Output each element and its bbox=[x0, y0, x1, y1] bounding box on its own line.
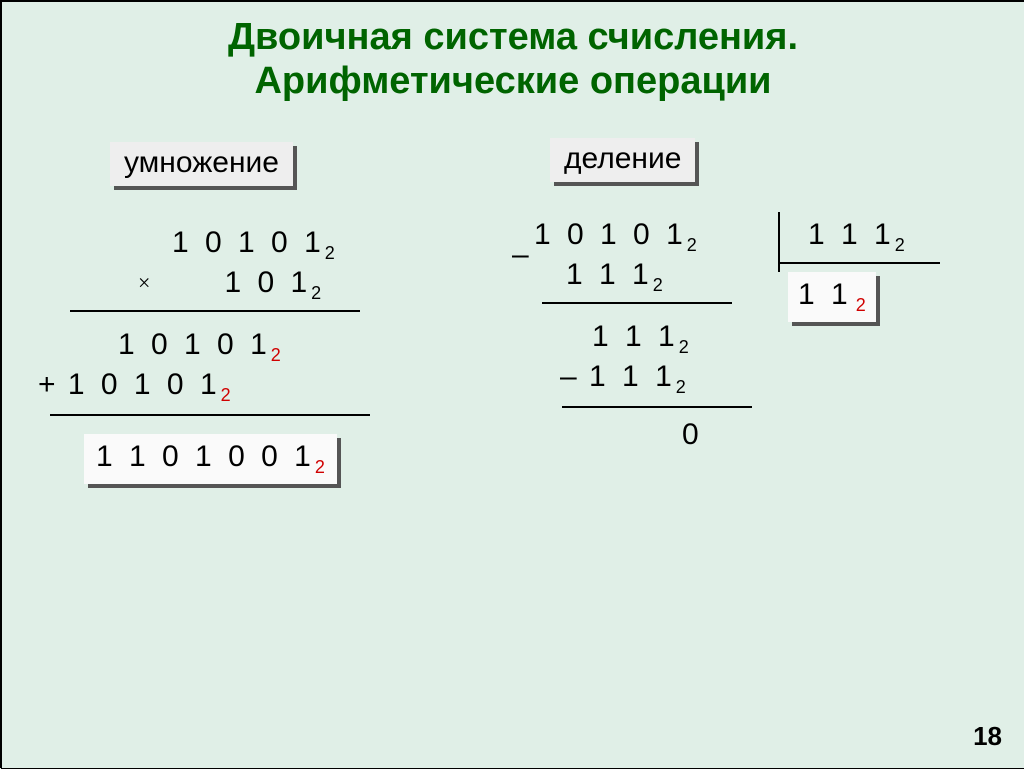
div-rule-divisor bbox=[780, 262, 940, 264]
div-remainder-1: 1 1 12 bbox=[592, 320, 689, 358]
div-minus-1: – bbox=[512, 238, 529, 272]
title-line-2: Арифметические операции bbox=[254, 60, 771, 102]
label-division: деление bbox=[550, 138, 695, 182]
mul-rule-1 bbox=[70, 310, 360, 312]
mul-multiplicand: 1 0 1 0 12 bbox=[172, 226, 335, 264]
div-divisor: 1 1 12 bbox=[808, 218, 905, 256]
mul-times-row: × 1 0 12 bbox=[138, 266, 321, 304]
div-step2: – 1 1 12 bbox=[560, 360, 686, 398]
mul-rule-2 bbox=[50, 414, 370, 416]
mul-result: 1 1 0 1 0 0 12 bbox=[84, 434, 337, 484]
div-remainder-2: 0 bbox=[682, 418, 699, 452]
div-rule-2 bbox=[562, 406, 752, 408]
div-step1-sub: 1 1 12 bbox=[566, 258, 663, 296]
div-rule-1 bbox=[542, 302, 732, 304]
mul-partial-1: 1 0 1 0 12 bbox=[118, 328, 281, 366]
times-icon: × bbox=[138, 270, 150, 295]
div-dividend: 1 0 1 0 12 bbox=[534, 218, 697, 256]
slide-title: Двоичная система счисления. Арифметическ… bbox=[2, 2, 1024, 103]
page-number: 18 bbox=[973, 721, 1002, 752]
div-quotient: 1 12 bbox=[788, 272, 876, 322]
mul-partial-2: + 1 0 1 0 12 bbox=[38, 368, 231, 406]
label-multiplication: умножение bbox=[110, 142, 293, 186]
title-line-1: Двоичная система счисления. bbox=[228, 16, 798, 58]
